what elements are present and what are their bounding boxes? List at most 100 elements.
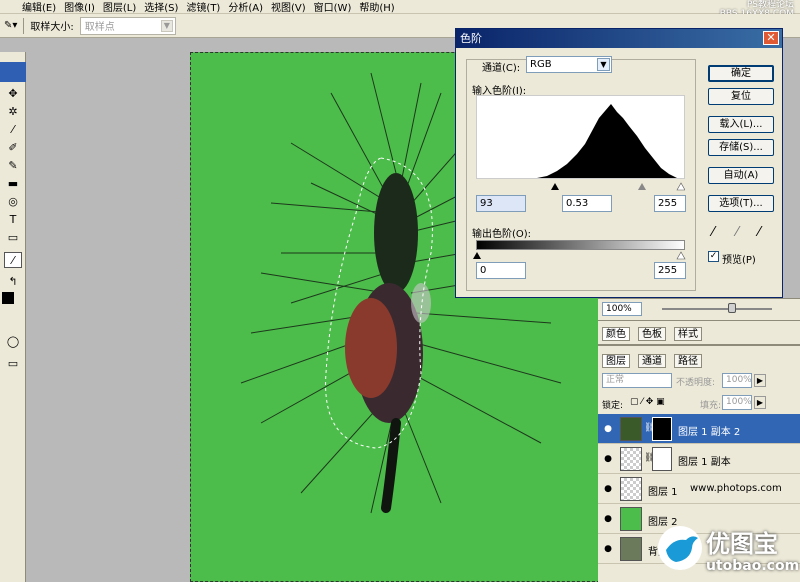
menu-window[interactable]: 窗口(W) bbox=[314, 0, 352, 14]
type-tool-icon[interactable]: T bbox=[4, 212, 22, 228]
move-tool-icon[interactable]: ✥ bbox=[4, 86, 22, 102]
input-white-slider[interactable] bbox=[676, 182, 685, 191]
output-black-slider[interactable] bbox=[473, 252, 481, 259]
caterpillar-red-patch bbox=[345, 298, 397, 398]
white-eyedropper-icon[interactable]: ⁄ bbox=[758, 225, 760, 240]
opacity-field[interactable]: 100% bbox=[722, 373, 752, 388]
sample-size-select[interactable]: 取样点 ▼ bbox=[79, 16, 176, 35]
channel-value: RGB bbox=[530, 59, 552, 70]
eyedropper-icon[interactable]: ⁄ bbox=[4, 122, 22, 138]
foreground-color-swatch[interactable] bbox=[2, 292, 14, 304]
tab-layers[interactable]: 图层 bbox=[602, 354, 630, 368]
input-gamma-slider[interactable] bbox=[638, 183, 646, 190]
magic-wand-icon[interactable]: ✲ bbox=[4, 104, 22, 120]
preview-label: 预览(P) bbox=[722, 255, 756, 266]
gray-eyedropper-icon[interactable]: ⁄ bbox=[736, 225, 738, 240]
sample-size-value: 取样点 bbox=[84, 22, 115, 33]
channel-select[interactable]: RGB ▼ bbox=[526, 56, 612, 73]
layer-thumbnail bbox=[620, 477, 642, 501]
shape-tool-icon[interactable]: ▭ bbox=[4, 230, 22, 246]
tab-paths[interactable]: 路径 bbox=[674, 354, 702, 368]
menu-help[interactable]: 帮助(H) bbox=[359, 0, 394, 14]
chevron-down-icon[interactable]: ▼ bbox=[160, 19, 173, 32]
quick-mask-icon[interactable]: ◯ bbox=[4, 334, 22, 350]
black-eyedropper-icon[interactable]: ⁄ bbox=[712, 225, 714, 240]
menu-layer[interactable]: 图层(L) bbox=[103, 0, 136, 14]
chevron-right-icon[interactable]: ▶ bbox=[754, 374, 766, 387]
output-black-field[interactable]: 0 bbox=[476, 262, 526, 279]
eye-icon[interactable]: ● bbox=[602, 543, 614, 555]
layer-mask-thumbnail[interactable] bbox=[652, 447, 672, 471]
histogram-graph bbox=[537, 104, 677, 178]
caterpillar-body-upper bbox=[374, 173, 418, 293]
eye-icon[interactable]: ● bbox=[602, 483, 614, 495]
output-gradient bbox=[476, 240, 685, 250]
layer-mask-thumbnail[interactable] bbox=[652, 417, 672, 441]
input-white-field[interactable]: 255 bbox=[654, 195, 686, 212]
eye-icon[interactable]: ● bbox=[602, 513, 614, 525]
blur-icon[interactable]: ◎ bbox=[4, 194, 22, 210]
caterpillar-white-tufts bbox=[411, 283, 431, 323]
levels-dialog: 色阶 ✕ 通道(C): RGB ▼ 输入色阶(I): 93 0.53 255 输… bbox=[455, 28, 783, 298]
levels-titlebar[interactable]: 色阶 ✕ bbox=[456, 29, 782, 48]
menu-analysis[interactable]: 分析(A) bbox=[228, 0, 263, 14]
brand-watermark: 优图宝 utobao.com bbox=[656, 520, 800, 582]
load-button[interactable]: 载入(L)... bbox=[708, 116, 774, 133]
menu-filter[interactable]: 滤镜(T) bbox=[186, 0, 220, 14]
tab-color[interactable]: 颜色 bbox=[602, 327, 630, 341]
lock-icons[interactable]: ▢ ⁄ ✥ ▣ bbox=[630, 397, 665, 407]
chevron-down-icon[interactable]: ▼ bbox=[597, 58, 610, 71]
preview-checkbox[interactable]: ✓ bbox=[708, 251, 719, 262]
layer-name[interactable]: 图层 1 副本 2 bbox=[678, 423, 740, 438]
eyedropper-tool-icon[interactable]: ✎▾ bbox=[4, 20, 17, 31]
layer-name[interactable]: 图层 1 副本 bbox=[678, 453, 731, 468]
brush-icon[interactable]: ✐ bbox=[4, 140, 22, 156]
ok-button[interactable]: 确定 bbox=[708, 65, 774, 82]
output-white-slider[interactable] bbox=[676, 251, 686, 260]
menu-image[interactable]: 图像(I) bbox=[64, 0, 95, 14]
layer-row[interactable]: ● ⛓ 图层 1 副本 2 bbox=[598, 414, 800, 444]
opacity-label: 不透明度: bbox=[676, 378, 716, 388]
menu-view[interactable]: 视图(V) bbox=[271, 0, 306, 14]
layer-row[interactable]: ● 图层 1 www.photops.com bbox=[598, 474, 800, 504]
options-button[interactable]: 选项(T)... bbox=[708, 195, 774, 212]
layer-name[interactable]: 图层 1 bbox=[648, 483, 678, 498]
input-black-field[interactable]: 93 bbox=[476, 195, 526, 212]
layer-row[interactable]: ● ⛓ 图层 1 副本 bbox=[598, 444, 800, 474]
menu-select[interactable]: 选择(S) bbox=[144, 0, 178, 14]
zoom-slider-handle[interactable] bbox=[728, 303, 736, 313]
input-gamma-field[interactable]: 0.53 bbox=[562, 195, 612, 212]
tab-styles[interactable]: 样式 bbox=[674, 327, 702, 341]
swap-colors-icon[interactable]: ↰ bbox=[4, 274, 22, 290]
output-white-field[interactable]: 255 bbox=[654, 262, 686, 279]
eraser-icon[interactable]: ▬ bbox=[4, 176, 22, 192]
eye-icon[interactable]: ● bbox=[602, 423, 614, 435]
layer-thumbnail bbox=[620, 507, 642, 531]
tab-channels[interactable]: 通道 bbox=[638, 354, 666, 368]
save-button[interactable]: 存储(S)... bbox=[708, 139, 774, 156]
blend-mode-select[interactable]: 正常 bbox=[602, 373, 672, 388]
chevron-right-icon[interactable]: ▶ bbox=[754, 396, 766, 409]
navigator-panel: 100% bbox=[598, 298, 800, 320]
history-brush-icon[interactable]: ✎ bbox=[4, 158, 22, 174]
sample-size-label: 取样大小: bbox=[30, 22, 74, 33]
eye-icon[interactable]: ● bbox=[602, 453, 614, 465]
toolbox-header bbox=[0, 62, 26, 82]
histogram-shape bbox=[537, 104, 677, 178]
layer-thumbnail bbox=[620, 537, 642, 561]
notes-tool-icon[interactable]: ⁄ bbox=[4, 252, 22, 268]
close-icon[interactable]: ✕ bbox=[763, 31, 779, 45]
menu-edit[interactable]: 编辑(E) bbox=[22, 0, 56, 14]
caterpillar-tail bbox=[381, 418, 401, 513]
tab-swatches[interactable]: 色板 bbox=[638, 327, 666, 341]
zoom-field[interactable]: 100% bbox=[602, 302, 642, 316]
fill-field[interactable]: 100% bbox=[722, 395, 752, 410]
reset-button[interactable]: 复位 bbox=[708, 88, 774, 105]
screen-mode-icon[interactable]: ▭ bbox=[4, 356, 22, 372]
zoom-slider-track[interactable] bbox=[662, 308, 772, 310]
lock-label: 锁定: bbox=[602, 401, 624, 411]
auto-button[interactable]: 自动(A) bbox=[708, 167, 774, 184]
input-black-slider[interactable] bbox=[551, 183, 559, 190]
input-sliders[interactable] bbox=[476, 181, 685, 191]
output-sliders[interactable] bbox=[472, 251, 688, 260]
